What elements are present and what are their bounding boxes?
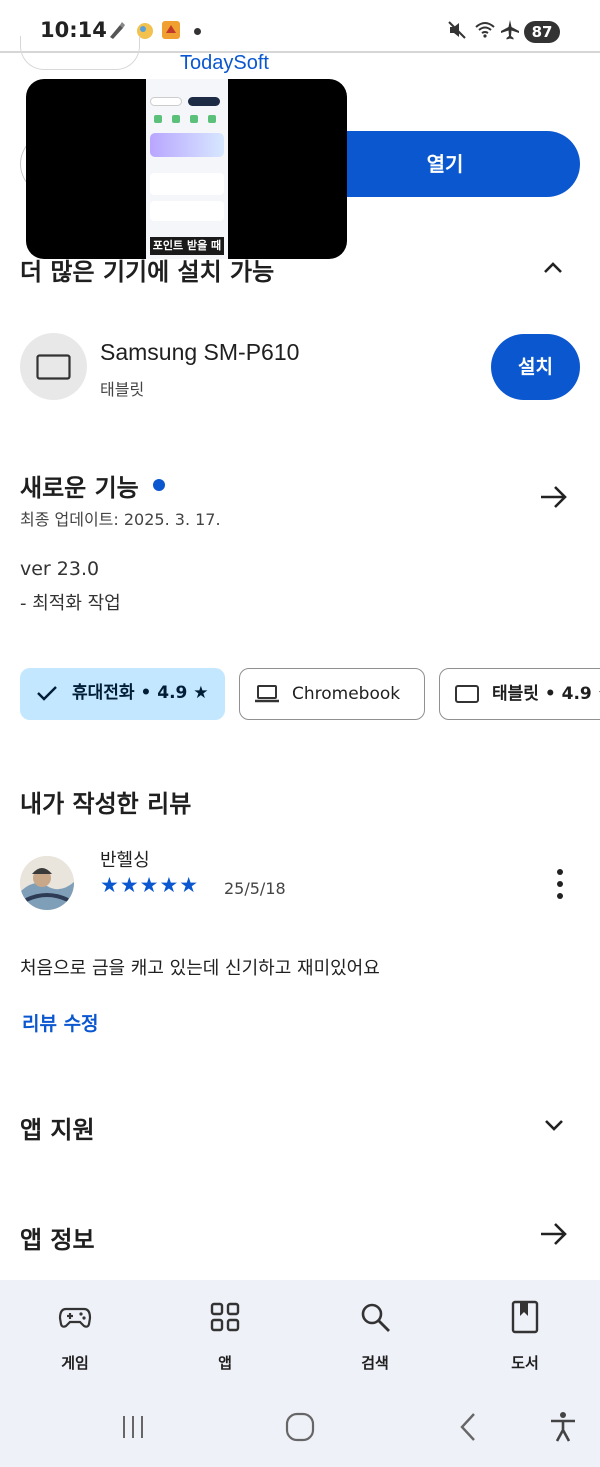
avatar [20, 856, 74, 910]
last-updated-text: 최종 업데이트: 2025. 3. 17. [20, 510, 221, 529]
nav-label: 검색 [361, 1354, 389, 1372]
video-frame [146, 79, 228, 259]
device-name: Samsung SM-P610 [100, 339, 300, 365]
app-support-title[interactable]: 앱 지원 [20, 1110, 95, 1145]
more-vert-icon[interactable] [548, 866, 572, 902]
chevron-down-icon[interactable] [541, 1112, 567, 1138]
video-card-shape [150, 201, 224, 221]
whats-new-title: 새로운 기능 [20, 474, 139, 502]
chip-label: 태블릿 • 4.9 ★ [492, 684, 600, 704]
game-notification-icon [162, 21, 180, 39]
recents-icon[interactable] [116, 1410, 150, 1444]
new-indicator-dot [153, 479, 165, 491]
developer-link[interactable]: TodaySoft [180, 52, 269, 75]
device-type: 태블릿 [100, 380, 145, 399]
version-note: - 최적화 작업 [20, 593, 121, 614]
nav-apps[interactable]: 앱 [170, 1280, 280, 1386]
airplane-icon [501, 20, 519, 40]
install-button[interactable]: 설치 [491, 334, 580, 400]
nav-label: 도서 [511, 1354, 539, 1372]
open-button-label: 열기 [426, 152, 464, 176]
arrow-right-icon[interactable] [537, 481, 569, 513]
video-menu-row [150, 113, 224, 125]
nav-search[interactable]: 검색 [320, 1280, 430, 1386]
chip-label: 휴대전화 • 4.9 ★ [72, 683, 209, 703]
laptop-icon [255, 685, 279, 703]
reviewer-name: 반헬싱 [100, 850, 150, 871]
chip-tablet[interactable]: 태블릿 • 4.9 ★ [439, 668, 600, 720]
video-caption: 포인트 받을 때 [150, 237, 224, 255]
video-card-shape [150, 173, 224, 195]
home-icon[interactable] [283, 1410, 317, 1444]
video-banner-shape [150, 133, 224, 157]
more-notifications-dot [194, 28, 201, 35]
version-text: ver 23.0 [20, 558, 100, 580]
device-icon-circle [20, 333, 87, 400]
system-navigation [0, 1386, 600, 1467]
book-icon [511, 1300, 539, 1334]
star-rating: ★★★★★ [100, 873, 200, 897]
apps-grid-icon [210, 1302, 240, 1332]
video-overlay[interactable]: 포인트 받을 때 [26, 79, 347, 259]
nav-books[interactable]: 도서 [470, 1280, 580, 1386]
back-icon[interactable] [452, 1410, 486, 1444]
bottom-navigation: 게임 앱 검색 도서 [0, 1280, 600, 1386]
install-button-label: 설치 [518, 356, 553, 378]
edit-review-link[interactable]: 리뷰 수정 [22, 1009, 99, 1036]
tablet-icon [36, 354, 71, 380]
chip-phone[interactable]: 휴대전화 • 4.9 ★ [20, 668, 225, 720]
mute-icon [448, 21, 466, 39]
open-button[interactable]: 열기 [310, 131, 580, 197]
chevron-up-icon[interactable] [540, 255, 566, 281]
video-tab-shape [188, 97, 220, 106]
gamepad-icon [58, 1307, 92, 1328]
nav-games[interactable]: 게임 [20, 1280, 130, 1386]
search-icon [361, 1303, 390, 1332]
arrow-right-icon[interactable] [537, 1218, 569, 1250]
review-date: 25/5/18 [224, 879, 286, 898]
app-info-title[interactable]: 앱 정보 [20, 1220, 95, 1255]
battery-indicator: 87 [524, 21, 560, 43]
accessibility-icon[interactable] [546, 1410, 580, 1444]
app-icon [20, 36, 140, 70]
nav-label: 앱 [218, 1354, 232, 1372]
check-icon [37, 686, 57, 701]
chip-chromebook[interactable]: Chromebook [239, 668, 425, 720]
video-tab-shape [150, 97, 182, 106]
chip-label: Chromebook [292, 684, 401, 704]
wifi-icon [475, 22, 495, 38]
my-review-title: 내가 작성한 리뷰 [20, 790, 192, 818]
nav-label: 게임 [61, 1354, 89, 1372]
tablet-icon [455, 685, 479, 703]
review-text: 처음으로 금을 캐고 있는데 신기하고 재미있어요 [20, 958, 380, 979]
